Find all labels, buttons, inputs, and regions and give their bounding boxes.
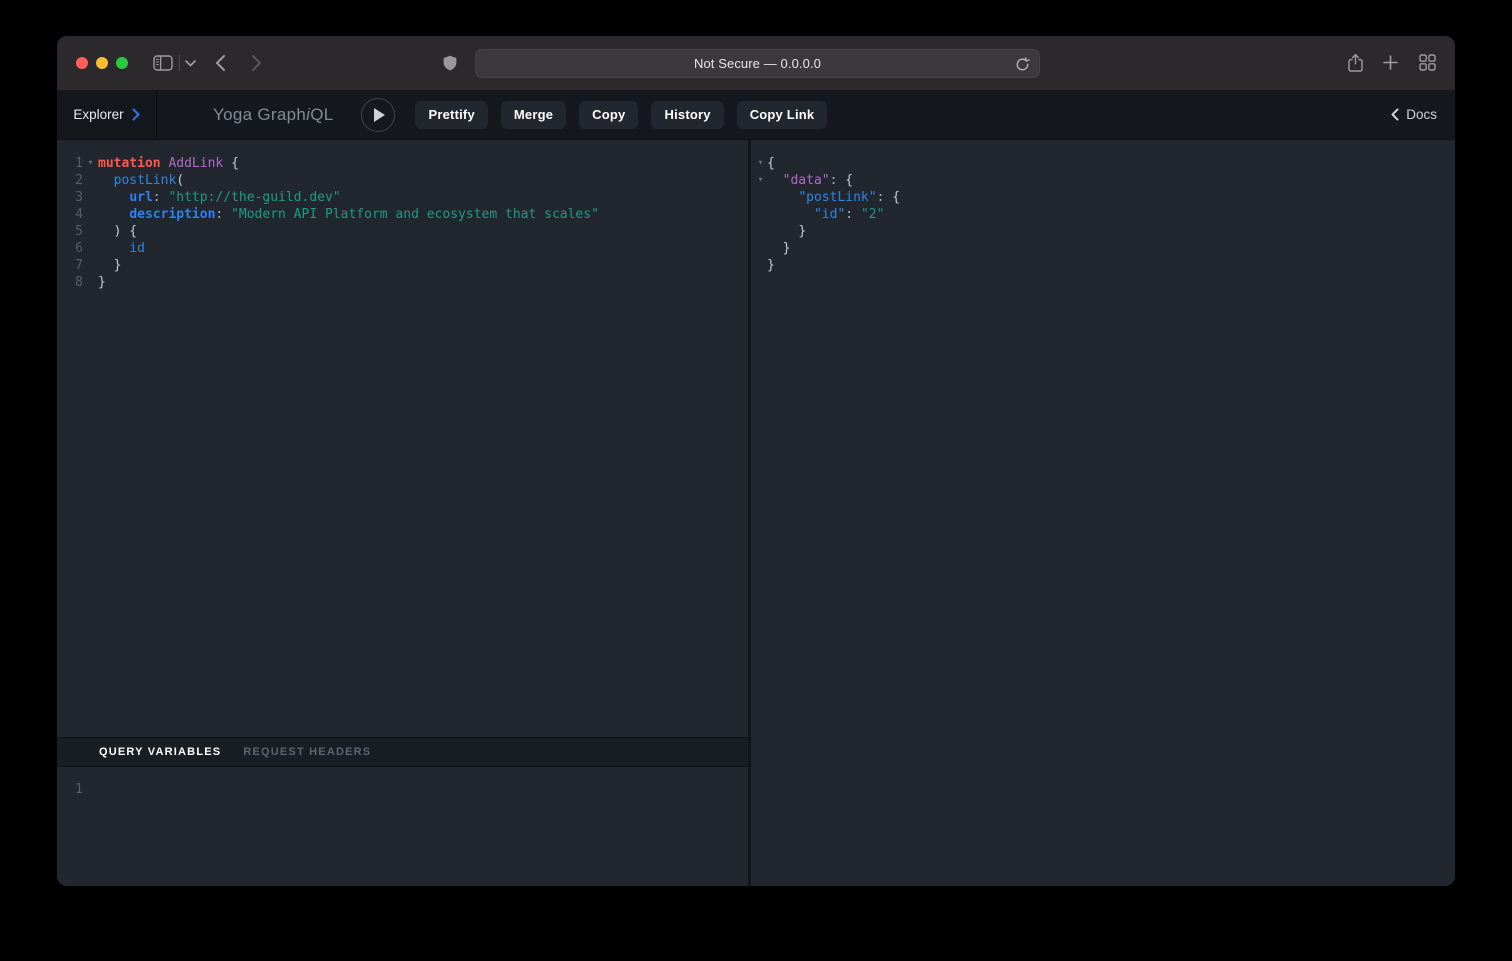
code-line: 3 url: "http://the-guild.dev" xyxy=(63,189,748,206)
docs-toggle[interactable]: Docs xyxy=(1391,107,1437,122)
graphiql-header: Explorer Yoga GraphiQL Prettify Merge Co… xyxy=(57,90,1455,140)
sidebar-chevron-down-icon[interactable] xyxy=(185,60,196,67)
reload-icon[interactable] xyxy=(1015,57,1030,72)
line-number: 3 xyxy=(63,189,83,206)
main-area: 1▾mutation AddLink {2 postLink(3 url: "h… xyxy=(57,140,1455,886)
code-line: } xyxy=(754,223,1455,240)
explorer-label: Explorer xyxy=(73,107,123,122)
tab-overview-icon[interactable] xyxy=(1419,54,1436,71)
code-text: "postLink": { xyxy=(767,189,900,206)
fold-arrow-icon[interactable]: ▾ xyxy=(754,155,767,172)
editor-toolbar: Prettify Merge Copy History Copy Link xyxy=(415,101,827,129)
code-text: } xyxy=(767,240,790,257)
code-text: mutation AddLink { xyxy=(98,155,239,172)
code-line: 2 postLink( xyxy=(63,172,748,189)
line-number: 7 xyxy=(63,257,83,274)
code-line: ▾ "data": { xyxy=(754,172,1455,189)
sidebar-toggle-icon[interactable] xyxy=(153,55,173,71)
fold-gutter xyxy=(83,274,98,291)
code-line: 7 } xyxy=(63,257,748,274)
copy-link-button[interactable]: Copy Link xyxy=(737,101,828,129)
privacy-shield-icon[interactable] xyxy=(442,53,458,73)
response-content: ▾{▾ "data": { "postLink": { "id": "2" } … xyxy=(751,140,1455,886)
zoom-window-button[interactable] xyxy=(116,57,128,69)
browser-toolbar: Not Secure — 0.0.0.0 xyxy=(57,36,1455,90)
execute-query-button[interactable] xyxy=(361,98,395,132)
code-text: "data": { xyxy=(767,172,853,189)
variables-editor-content[interactable]: 1 xyxy=(57,767,748,886)
query-editor-content[interactable]: 1▾mutation AddLink {2 postLink(3 url: "h… xyxy=(57,140,748,737)
code-line: 1 xyxy=(63,781,748,798)
code-text: postLink( xyxy=(98,172,184,189)
line-number: 2 xyxy=(63,172,83,189)
share-icon[interactable] xyxy=(1347,53,1364,73)
fold-gutter xyxy=(754,257,767,274)
code-line: "id": "2" xyxy=(754,206,1455,223)
fold-gutter xyxy=(754,206,767,223)
back-button-icon[interactable] xyxy=(215,54,226,72)
prettify-button[interactable]: Prettify xyxy=(415,101,487,129)
line-number: 1 xyxy=(63,781,83,798)
safari-window: Not Secure — 0.0.0.0 Explorer Yoga Graph… xyxy=(57,36,1455,886)
new-tab-plus-icon[interactable] xyxy=(1383,55,1398,70)
fold-arrow-icon[interactable]: ▾ xyxy=(754,172,767,189)
fold-gutter xyxy=(754,223,767,240)
docs-chevron-left-icon xyxy=(1391,108,1399,121)
code-text: } xyxy=(98,257,121,274)
code-text: } xyxy=(767,223,806,240)
docs-label: Docs xyxy=(1406,107,1437,122)
code-line: 4 description: "Modern API Platform and … xyxy=(63,206,748,223)
code-text: url: "http://the-guild.dev" xyxy=(98,189,341,206)
minimize-window-button[interactable] xyxy=(96,57,108,69)
address-bar[interactable]: Not Secure — 0.0.0.0 xyxy=(475,49,1040,78)
line-number: 5 xyxy=(63,223,83,240)
code-text: "id": "2" xyxy=(767,206,884,223)
line-number: 4 xyxy=(63,206,83,223)
code-line: 5 ) { xyxy=(63,223,748,240)
fold-gutter xyxy=(83,206,98,223)
line-number: 6 xyxy=(63,240,83,257)
variables-tabbar: QUERY VARIABLES REQUEST HEADERS xyxy=(57,737,748,767)
code-text: } xyxy=(98,274,106,291)
address-bar-text: Not Secure — 0.0.0.0 xyxy=(694,56,821,71)
line-number: 1 xyxy=(63,155,83,172)
code-text: } xyxy=(767,257,775,274)
fold-gutter xyxy=(83,223,98,240)
code-line: } xyxy=(754,257,1455,274)
code-line: 1▾mutation AddLink { xyxy=(63,155,748,172)
tab-request-headers[interactable]: REQUEST HEADERS xyxy=(243,746,371,758)
fold-gutter xyxy=(83,781,98,798)
fold-arrow-icon[interactable]: ▾ xyxy=(83,155,98,172)
forward-button-icon[interactable] xyxy=(251,54,262,72)
close-window-button[interactable] xyxy=(76,57,88,69)
merge-button[interactable]: Merge xyxy=(501,101,566,129)
fold-gutter xyxy=(754,189,767,206)
code-text: ) { xyxy=(98,223,137,240)
code-text: { xyxy=(767,155,775,172)
explorer-toggle[interactable]: Explorer xyxy=(57,90,157,139)
line-number: 8 xyxy=(63,274,83,291)
code-text: description: "Modern API Platform and ec… xyxy=(98,206,599,223)
tab-query-variables[interactable]: QUERY VARIABLES xyxy=(99,746,221,758)
page-title: Yoga GraphiQL xyxy=(213,105,333,125)
explorer-chevron-right-icon xyxy=(132,108,140,121)
traffic-lights xyxy=(76,57,128,69)
fold-gutter xyxy=(83,172,98,189)
fold-gutter xyxy=(83,257,98,274)
code-line: "postLink": { xyxy=(754,189,1455,206)
toolbar-separator xyxy=(179,55,180,71)
fold-gutter xyxy=(83,189,98,206)
code-line: ▾{ xyxy=(754,155,1455,172)
code-line: 8} xyxy=(63,274,748,291)
code-line: } xyxy=(754,240,1455,257)
copy-button[interactable]: Copy xyxy=(579,101,638,129)
fold-gutter xyxy=(754,240,767,257)
left-pane: 1▾mutation AddLink {2 postLink(3 url: "h… xyxy=(57,140,748,886)
play-icon xyxy=(374,108,385,122)
code-line: 6 id xyxy=(63,240,748,257)
fold-gutter xyxy=(83,240,98,257)
history-button[interactable]: History xyxy=(651,101,723,129)
code-text: id xyxy=(98,240,145,257)
